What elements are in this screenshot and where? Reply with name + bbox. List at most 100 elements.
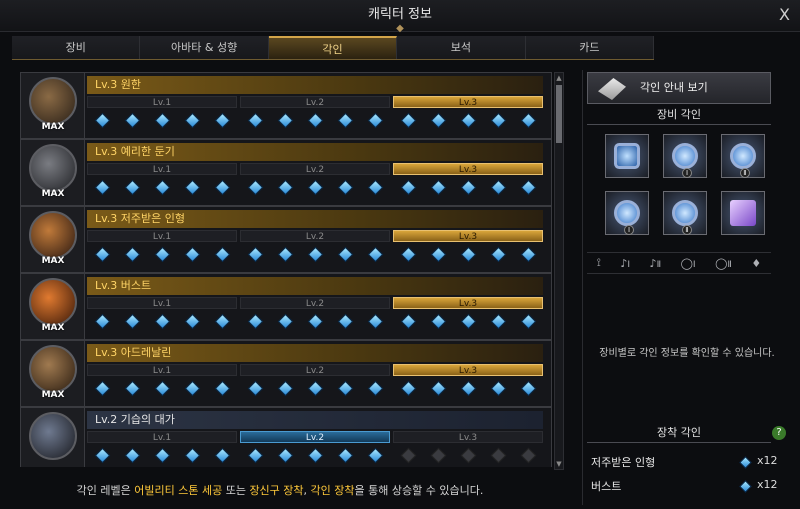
list-scrollbar[interactable]: ▲ ▼ bbox=[554, 72, 564, 470]
engraving-point-icon bbox=[520, 179, 536, 195]
point-row bbox=[87, 379, 543, 397]
engraving-portrait bbox=[21, 408, 85, 467]
necklace-filter-icon[interactable]: ⟟ bbox=[597, 256, 601, 270]
earring-slot-2[interactable]: Ⅱ bbox=[721, 134, 765, 178]
necklace-slot[interactable] bbox=[605, 134, 649, 178]
engraving-row[interactable]: MAX Lv.3 저주받은 인형 Lv.1 Lv.2 Lv.3 bbox=[20, 206, 552, 273]
point-group bbox=[240, 178, 390, 196]
engraving-row[interactable]: MAX Lv.3 원한 Lv.1 Lv.2 Lv.3 bbox=[20, 72, 552, 139]
tab-gems[interactable]: 보석 bbox=[397, 36, 526, 59]
engraving-point-icon bbox=[520, 112, 536, 128]
engraving-row[interactable]: MAX Lv.3 아드레날린 Lv.1 Lv.2 Lv.3 bbox=[20, 340, 552, 407]
engraving-point-icon bbox=[490, 179, 506, 195]
point-group bbox=[240, 245, 390, 263]
footer-highlight-stone: 어빌리티 스톤 세공 bbox=[134, 484, 223, 497]
point-row bbox=[87, 111, 543, 129]
engraving-icon bbox=[29, 144, 77, 192]
point-group bbox=[240, 379, 390, 397]
engraving-point-icon bbox=[337, 447, 353, 463]
engraving-point-icon bbox=[94, 179, 110, 195]
tab-equipment[interactable]: 장비 bbox=[12, 36, 141, 59]
point-group bbox=[87, 111, 237, 129]
level-segment: Lv.2 bbox=[240, 364, 390, 376]
level-segment: Lv.1 bbox=[87, 163, 237, 175]
earring-slot-1[interactable]: Ⅰ bbox=[663, 134, 707, 178]
equipped-count: x12 bbox=[757, 478, 778, 491]
point-group bbox=[87, 379, 237, 397]
level-segment: Lv.1 bbox=[87, 297, 237, 309]
engraving-point-icon bbox=[460, 246, 476, 262]
level-segment: Lv.3 bbox=[393, 297, 543, 309]
ring-slot-1[interactable]: Ⅰ bbox=[605, 191, 649, 235]
engraving-point-icon bbox=[184, 246, 200, 262]
engraving-point-icon bbox=[400, 246, 416, 262]
stone-filter-icon[interactable]: ♦ bbox=[751, 257, 761, 270]
engraving-row[interactable]: MAX Lv.3 예리한 둔기 Lv.1 Lv.2 Lv.3 bbox=[20, 139, 552, 206]
engraving-row[interactable]: MAX Lv.3 버스트 Lv.1 Lv.2 Lv.3 bbox=[20, 273, 552, 340]
side-panel: 각인 안내 보기 장비 각인 Ⅰ Ⅱ Ⅰ Ⅱ ⟟ ♪Ⅰ ♪Ⅱ ◯Ⅰ ◯Ⅱ ♦ 장… bbox=[582, 70, 790, 505]
engraving-point-icon bbox=[490, 112, 506, 128]
level-segment: Lv.2 bbox=[240, 431, 390, 443]
engraving-point-icon bbox=[214, 246, 230, 262]
point-group bbox=[393, 111, 543, 129]
level-bar: Lv.1 Lv.2 Lv.3 bbox=[87, 230, 543, 242]
engraving-point-icon bbox=[430, 246, 446, 262]
engraving-point-icon bbox=[94, 447, 110, 463]
engraving-point-icon bbox=[490, 380, 506, 396]
tab-cards[interactable]: 카드 bbox=[525, 36, 655, 59]
tab-avatar[interactable]: 아바타 & 성향 bbox=[140, 36, 269, 59]
point-group bbox=[87, 446, 237, 464]
ability-stone-slot[interactable] bbox=[721, 191, 765, 235]
engraving-point-icon bbox=[214, 447, 230, 463]
point-group bbox=[87, 312, 237, 330]
filter-number: Ⅱ bbox=[727, 258, 732, 270]
ring-2-filter-icon[interactable]: ◯Ⅱ bbox=[715, 257, 732, 270]
engraving-row[interactable]: Lv.2 기습의 대가 Lv.1 Lv.2 Lv.3 bbox=[20, 407, 552, 467]
point-group bbox=[393, 312, 543, 330]
ring-icon bbox=[614, 200, 640, 226]
engraving-point-icon bbox=[460, 447, 476, 463]
engraving-icon bbox=[29, 345, 77, 393]
scroll-down-icon[interactable]: ▼ bbox=[555, 459, 563, 469]
close-button[interactable]: X bbox=[779, 0, 790, 30]
engraving-point-icon bbox=[307, 179, 323, 195]
level-segment: Lv.2 bbox=[240, 297, 390, 309]
ring-slot-2[interactable]: Ⅱ bbox=[663, 191, 707, 235]
point-group bbox=[393, 379, 543, 397]
equipped-item: 버스트 x12 bbox=[591, 478, 787, 496]
engraving-point-icon bbox=[460, 179, 476, 195]
engraving-point-icon bbox=[154, 313, 170, 329]
ring-1-filter-icon[interactable]: ◯Ⅰ bbox=[681, 257, 696, 270]
engraving-point-icon bbox=[400, 179, 416, 195]
point-group bbox=[87, 178, 237, 196]
equip-engraving-heading: 장비 각인 bbox=[587, 106, 771, 125]
help-icon[interactable]: ? bbox=[772, 426, 786, 440]
engraving-point-icon bbox=[154, 179, 170, 195]
level-segment: Lv.3 bbox=[393, 96, 543, 108]
title-ornament-icon: ◆ bbox=[396, 23, 404, 34]
tab-engraving[interactable]: 각인 bbox=[268, 36, 398, 59]
engraving-point-icon bbox=[307, 313, 323, 329]
engraving-portrait: MAX bbox=[21, 73, 85, 138]
engraving-point-icon bbox=[337, 246, 353, 262]
engraving-point-icon bbox=[367, 179, 383, 195]
earring-1-filter-icon[interactable]: ♪Ⅰ bbox=[620, 257, 630, 270]
earring-2-filter-icon[interactable]: ♪Ⅱ bbox=[650, 257, 662, 270]
engraving-point-icon bbox=[124, 447, 140, 463]
engraving-point-icon bbox=[124, 380, 140, 396]
footer-highlight-accessory: 장신구 장착 bbox=[249, 484, 304, 497]
max-badge: MAX bbox=[41, 323, 65, 333]
engraving-point-icon bbox=[247, 447, 263, 463]
point-group bbox=[393, 446, 543, 464]
scroll-thumb[interactable] bbox=[556, 85, 562, 143]
engraving-point-icon bbox=[367, 246, 383, 262]
engraving-portrait: MAX bbox=[21, 140, 85, 205]
filter-number: Ⅰ bbox=[627, 258, 631, 270]
scroll-up-icon[interactable]: ▲ bbox=[555, 73, 563, 83]
engraving-icon bbox=[29, 412, 77, 460]
engraving-point-icon bbox=[154, 447, 170, 463]
window-title: 캐릭터 정보 bbox=[368, 7, 432, 22]
engraving-point-icon bbox=[400, 380, 416, 396]
engraving-icon bbox=[29, 211, 77, 259]
engraving-guide-button[interactable]: 각인 안내 보기 bbox=[587, 72, 771, 104]
